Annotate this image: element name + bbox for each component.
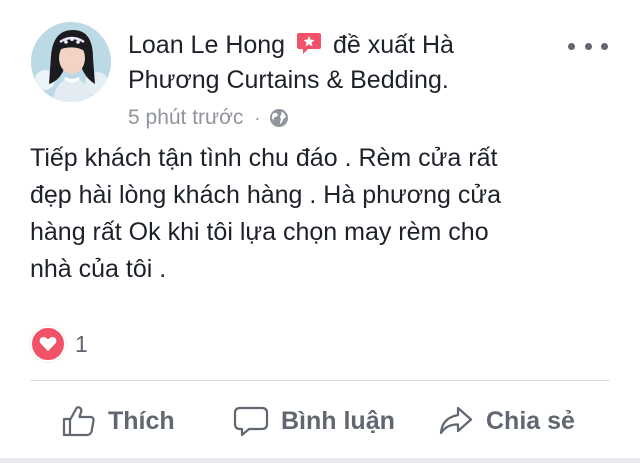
page-name-part2[interactable]: Phương Curtains & Bedding. (128, 66, 449, 94)
action-text: đề xuất (333, 31, 416, 59)
author-avatar[interactable] (31, 22, 111, 102)
post-meta: 5 phút trước · (128, 104, 289, 132)
share-button[interactable]: Chia sẻ (438, 392, 575, 450)
page-name-part1[interactable]: Hà (422, 31, 454, 59)
comment-icon (233, 406, 269, 437)
post-body-line: nhà của tôi . (30, 255, 167, 283)
heart-icon (30, 326, 66, 362)
like-button[interactable]: Thích (62, 392, 175, 450)
avatar-image (31, 22, 111, 102)
more-dot (584, 42, 592, 50)
globe-icon[interactable] (269, 108, 289, 128)
reaction-count[interactable]: 1 (75, 331, 88, 358)
post-card: Loan Le Hong đề xuất Hà Phương Curtains … (0, 0, 640, 463)
share-label: Chia sẻ (486, 406, 575, 435)
recommend-star-icon (296, 30, 322, 56)
comment-label: Bình luận (281, 406, 395, 435)
meta-separator: · (254, 108, 261, 128)
comment-button[interactable]: Bình luận (233, 392, 395, 450)
share-icon (439, 406, 473, 435)
more-options-button[interactable] (568, 36, 608, 56)
more-dot (601, 42, 608, 50)
author-name[interactable]: Loan Le Hong (128, 31, 285, 59)
post-timestamp[interactable]: 5 phút trước (128, 104, 243, 132)
more-dot (568, 42, 575, 50)
like-label: Thích (108, 406, 175, 435)
post-body-line: hàng rất Ok khi tôi lựa chọn may rèm cho (30, 218, 489, 246)
action-bar: Thích Bình luận Chia sẻ (0, 392, 640, 450)
card-bottom-border (0, 458, 640, 463)
thumbs-up-icon (62, 406, 95, 437)
post-body: Tiếp khách tận tình chu đáo . Rèm cửa rấ… (30, 140, 610, 288)
post-body-line: Tiếp khách tận tình chu đáo . Rèm cửa rấ… (30, 144, 498, 172)
divider (30, 380, 610, 381)
post-body-line: đẹp hài lòng khách hàng . Hà phương cửa (30, 181, 502, 209)
post-header: Loan Le Hong đề xuất Hà Phương Curtains … (128, 28, 548, 98)
reactions-summary[interactable]: 1 (30, 326, 88, 362)
